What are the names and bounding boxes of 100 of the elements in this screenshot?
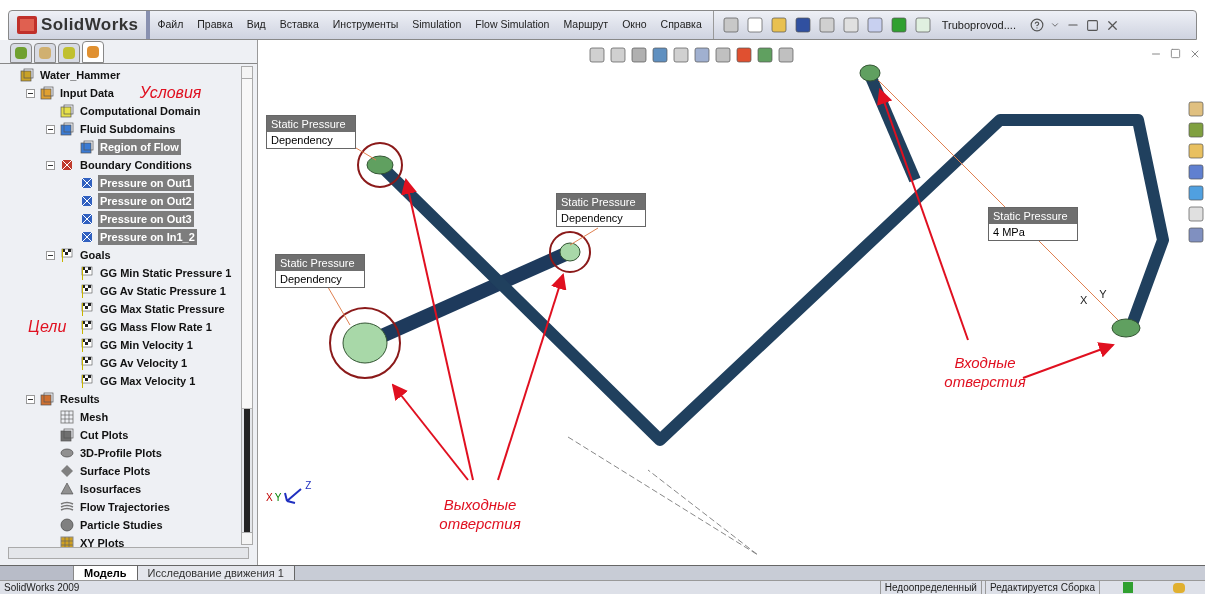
menu-item[interactable]: Окно [615,17,654,33]
callout-title: Static Pressure [267,116,355,132]
callout-title: Static Pressure [989,208,1077,224]
panel-tab[interactable] [10,43,32,63]
tree-item[interactable]: Goals [78,246,113,264]
panel-tab[interactable] [34,43,56,63]
view-tool-icon[interactable] [609,46,627,64]
view-tool-icon[interactable] [651,46,669,64]
leader-line [355,147,377,161]
tree-item[interactable]: Region of Flow [98,138,181,156]
collapse-icon[interactable] [45,124,55,134]
menu-item[interactable]: Правка [190,17,240,33]
menu-item[interactable]: Вид [239,17,273,33]
menu-item[interactable]: Flow Simulation [468,17,557,33]
diamond-icon [60,464,74,478]
maximize-icon[interactable] [1085,18,1099,32]
annotation-label: Выходные отверстия [438,495,522,533]
tree-item[interactable]: GG Mass Flow Rate 1 [98,318,214,336]
restore-icon[interactable] [1170,48,1181,59]
task-pane-icon[interactable] [1187,100,1205,118]
view-tool-icon[interactable] [756,46,774,64]
tree-item[interactable]: Boundary Conditions [78,156,194,174]
tree-item[interactable]: Surface Plots [78,462,153,480]
annotation-label: Входные отверстия [943,353,1027,391]
axis-label: Y [1099,287,1107,302]
status-text: SolidWorks 2009 [3,581,81,594]
checkered-flag-icon [80,338,94,352]
panel-tab[interactable] [82,41,104,63]
ellipse-icon [60,446,74,460]
tree-item[interactable]: Pressure on In1_2 [98,228,197,246]
collapse-icon[interactable] [45,250,55,260]
view-tool-icon[interactable] [630,46,648,64]
callout-title: Static Pressure [557,194,645,210]
menu-item[interactable]: Маршрут [556,17,616,33]
tree-item[interactable]: Particle Studies [78,516,165,534]
logo-icon [17,16,37,34]
tree-item[interactable]: GG Min Velocity 1 [98,336,195,354]
checkered-flag-icon [80,266,94,280]
tree-item[interactable]: Water_Hammer [38,66,123,84]
flange [342,322,388,364]
collapse-icon[interactable] [45,160,55,170]
view-tool-icon[interactable] [588,46,606,64]
tree-item[interactable]: Pressure on Out3 [98,210,194,228]
horizontal-scrollbar[interactable] [8,547,249,559]
model-tab[interactable]: Модель [74,566,138,580]
callout-value: Dependency [270,133,334,148]
flag-icon [80,212,94,226]
checkered-flag-icon [80,374,94,388]
grid-icon [60,410,74,424]
task-pane-icon[interactable] [1187,226,1205,244]
view-tool-icon[interactable] [714,46,732,64]
sphere-icon [60,518,74,532]
flag-icon [80,176,94,190]
close-icon[interactable] [1189,48,1201,60]
tree-item[interactable]: Fluid Subdomains [78,120,178,138]
tree-item[interactable]: GG Max Velocity 1 [98,372,198,390]
task-pane-icon[interactable] [1187,205,1205,223]
tree-item[interactable]: Mesh [78,408,111,426]
tree-item[interactable]: GG Av Static Pressure 1 [98,282,228,300]
model-tab[interactable]: Исследование движения 1 [137,566,295,580]
task-pane-icon[interactable] [1187,184,1205,202]
panel-tab[interactable] [58,43,80,63]
menu-item[interactable]: Справка [653,17,709,33]
task-pane-icon[interactable] [1187,121,1205,139]
view-tool-icon[interactable] [735,46,753,64]
tree-item[interactable]: Cut Plots [78,426,131,444]
tree-item[interactable]: Results [58,390,102,408]
axis-triad-icon [283,485,304,505]
tree-item[interactable]: Computational Domain [78,102,203,120]
checkered-flag-icon [80,320,94,334]
outlet-highlight-circle [329,307,401,379]
checkered-flag-icon [80,302,94,316]
tree-item[interactable]: Flow Trajectories [78,498,172,516]
tree-item[interactable]: GG Max Static Pressure [98,300,227,318]
vertical-scrollbar[interactable] [241,66,253,545]
tree-item[interactable]: Input Data [58,84,116,102]
tree-item[interactable]: Isosurfaces [78,480,144,498]
tree-item[interactable]: Pressure on Out2 [98,192,194,210]
view-tool-icon[interactable] [693,46,711,64]
collapse-icon[interactable] [25,394,35,404]
menu-item[interactable]: Simulation [405,17,469,33]
tree-item[interactable]: GG Min Static Pressure 1 [98,264,234,282]
outlet-highlight-circle [357,142,403,188]
view-tool-icon[interactable] [777,46,795,64]
outlet-highlight-circle [549,231,591,273]
tree-item[interactable]: Pressure on Out1 [98,174,194,192]
menu-item[interactable]: Файл [150,17,191,33]
caret-icon[interactable] [1049,20,1060,30]
cube-icon [60,104,74,118]
flange [366,155,394,175]
cube-icon [80,140,94,154]
menu-item[interactable]: Вставка [272,17,326,33]
task-pane-icon[interactable] [1187,142,1205,160]
task-pane-icon[interactable] [1187,163,1205,181]
tree-item[interactable]: GG Av Velocity 1 [98,354,190,372]
tree-item[interactable]: 3D-Profile Plots [78,444,164,462]
tree-item[interactable]: XY Plots [78,534,127,547]
menu-item[interactable]: Инструменты [325,17,406,33]
collapse-icon[interactable] [25,88,35,98]
view-tool-icon[interactable] [672,46,690,64]
